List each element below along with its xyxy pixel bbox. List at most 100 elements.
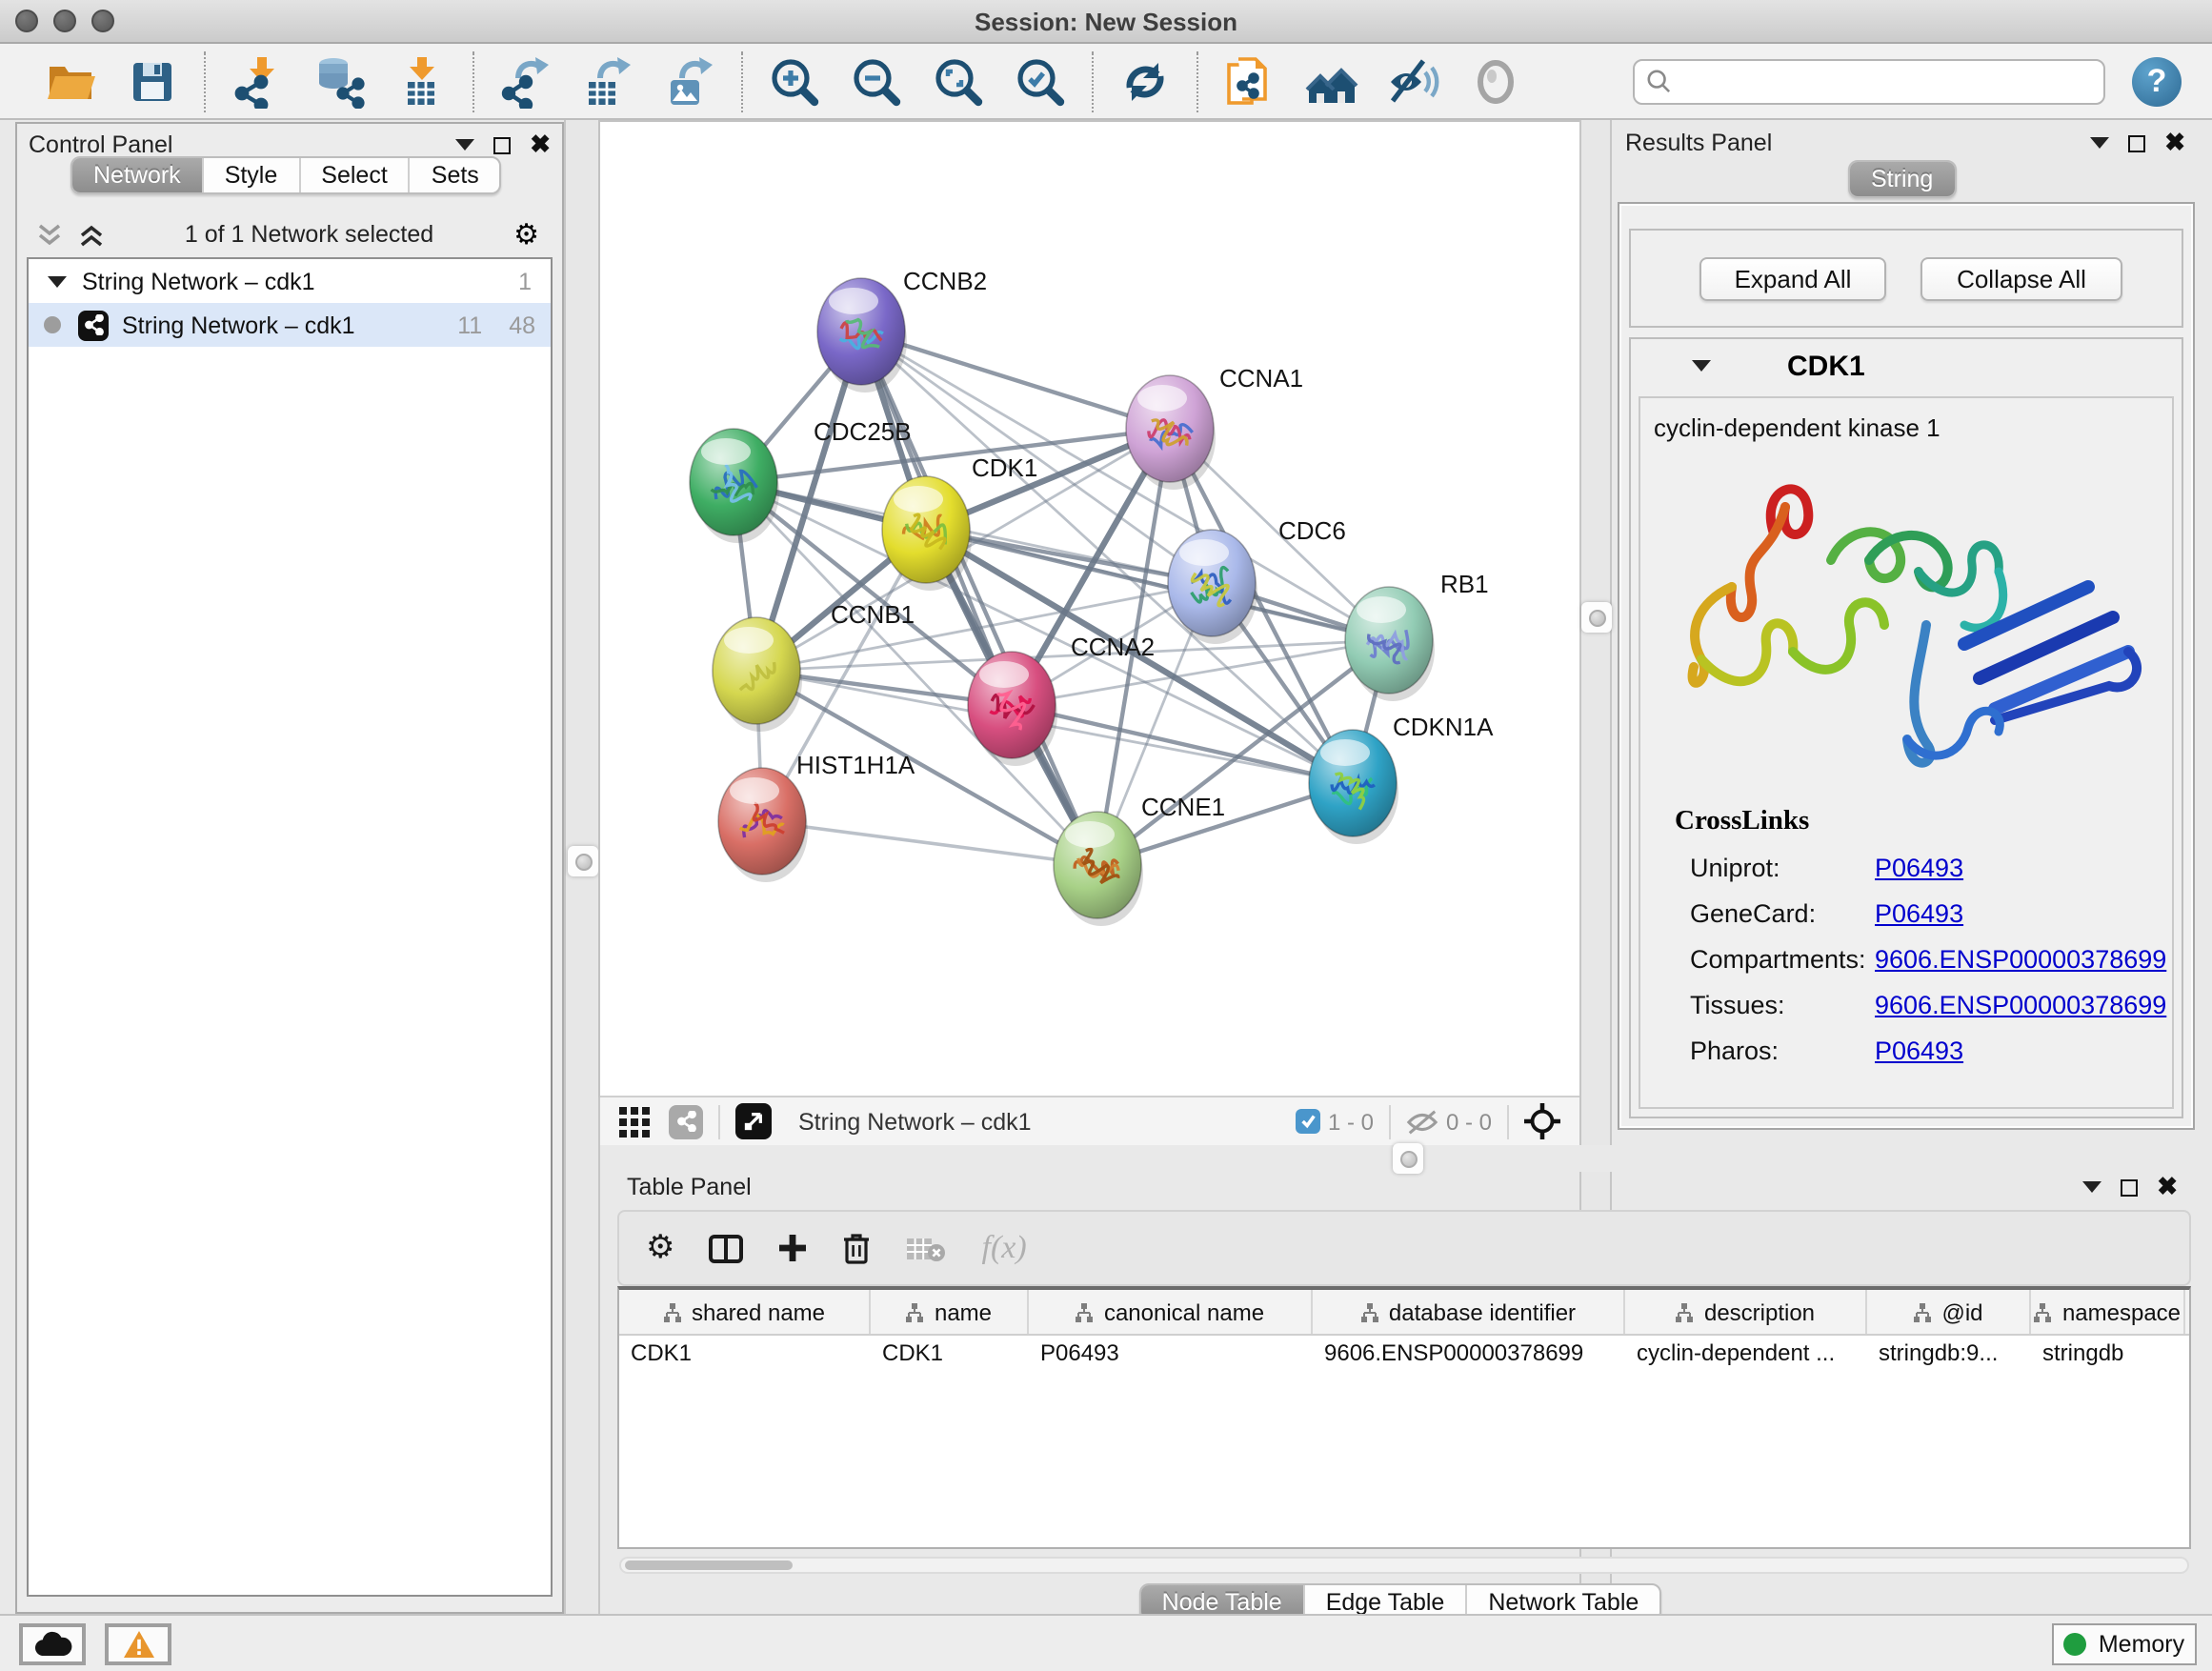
network-row[interactable]: String Network – cdk1 11 48	[29, 303, 551, 347]
table-cell: cyclin-dependent ...	[1625, 1336, 1867, 1372]
import-network-button[interactable]	[231, 54, 284, 108]
tab-style[interactable]: Style	[202, 158, 299, 192]
floppy-icon	[126, 54, 179, 108]
table-cell: stringdb	[2031, 1336, 2185, 1372]
column-header-canonical-name[interactable]: canonical name	[1029, 1290, 1313, 1334]
hide-results-button[interactable]	[1387, 54, 1440, 108]
show-columns-icon[interactable]	[710, 1234, 744, 1262]
column-header-namespace[interactable]: namespace	[2031, 1290, 2185, 1334]
string-home-button[interactable]	[1305, 54, 1358, 108]
birds-eye-view-icon[interactable]	[735, 1103, 772, 1139]
graph-node-CCNB1[interactable]	[713, 617, 802, 732]
delete-table-icon[interactable]	[906, 1234, 948, 1262]
float-panel-icon[interactable]	[493, 136, 511, 153]
column-header--id[interactable]: @id	[1867, 1290, 2031, 1334]
import-table-button[interactable]	[394, 54, 448, 108]
network-collection-row[interactable]: String Network – cdk1 1	[29, 259, 551, 303]
graph-node-label: HIST1H1A	[796, 751, 915, 779]
results-panel-menu-icon[interactable]	[2090, 137, 2109, 149]
collapse-all-networks-icon[interactable]	[78, 222, 105, 247]
tab-sets[interactable]: Sets	[409, 158, 500, 192]
column-header-database-identifier[interactable]: database identifier	[1313, 1290, 1625, 1334]
import-database-button[interactable]	[312, 54, 366, 108]
collapse-all-button[interactable]: Collapse All	[1920, 257, 2122, 301]
table-horizontal-scrollbar[interactable]	[619, 1557, 2189, 1574]
warnings-button[interactable]	[105, 1622, 171, 1664]
network-options-gear-icon[interactable]: ⚙	[513, 217, 539, 252]
table-panel-menu-icon[interactable]	[2082, 1181, 2101, 1193]
graph-node-CCNA1[interactable]	[1126, 375, 1216, 490]
horizontal-splitter[interactable]	[600, 1145, 2212, 1172]
cloud-status-button[interactable]	[19, 1622, 86, 1664]
graph-node-HIST1H1A[interactable]	[718, 768, 808, 882]
memory-button[interactable]: Memory	[2052, 1622, 2197, 1664]
graph-node-CDKN1A[interactable]	[1309, 730, 1398, 844]
show-results-button[interactable]	[1469, 54, 1522, 108]
search-field[interactable]	[1633, 58, 2105, 104]
open-session-button[interactable]	[44, 54, 97, 108]
tab-network[interactable]: Network	[72, 158, 202, 192]
column-header-shared-name[interactable]: shared name	[619, 1290, 871, 1334]
graph-edge[interactable]	[1012, 705, 1353, 783]
crosslink-label: Uniprot:	[1690, 854, 1875, 882]
cdk1-section-header[interactable]: CDK1	[1631, 339, 2182, 393]
grid-view-icon[interactable]	[619, 1106, 650, 1137]
graph-node-CCNB2[interactable]	[817, 278, 907, 393]
warning-triangle-icon	[121, 1628, 155, 1659]
results-close-panel-icon[interactable]: ✖	[2164, 128, 2185, 158]
expand-all-networks-icon[interactable]	[36, 222, 63, 247]
share-document-button[interactable]	[1223, 54, 1277, 108]
crosslink-genecard-link[interactable]: P06493	[1875, 899, 1963, 928]
delete-column-trash-icon[interactable]	[843, 1232, 872, 1264]
apply-layout-button[interactable]	[1118, 54, 1172, 108]
export-table-button[interactable]	[581, 54, 634, 108]
results-float-panel-icon[interactable]	[2128, 134, 2145, 151]
network-node-count: 11	[457, 312, 482, 338]
column-header-description[interactable]: description	[1625, 1290, 1867, 1334]
collection-expand-icon[interactable]	[48, 275, 67, 287]
search-input[interactable]	[1671, 66, 2092, 96]
graph-edge[interactable]	[861, 332, 1170, 429]
crosslink-uniprot-link[interactable]: P06493	[1875, 854, 1963, 882]
graph-node-RB1[interactable]	[1345, 587, 1435, 701]
export-network-button[interactable]	[499, 54, 553, 108]
zoom-in-button[interactable]	[768, 54, 821, 108]
selected-checkbox-icon[interactable]	[1296, 1109, 1320, 1134]
scrollbar-thumb[interactable]	[625, 1560, 793, 1570]
zoom-out-button[interactable]	[850, 54, 903, 108]
table-close-panel-icon[interactable]: ✖	[2157, 1172, 2178, 1202]
network-graph: CCNB2CCNA1CDC25BCDK1CDC6RB1CCNB1CCNA2CDK…	[600, 122, 1579, 1096]
cdk1-collapse-icon[interactable]	[1692, 360, 1711, 372]
refresh-icon	[1118, 54, 1172, 108]
close-panel-icon[interactable]: ✖	[530, 130, 551, 160]
zoom-selected-button[interactable]	[1014, 54, 1067, 108]
graph-node-CDK1[interactable]	[882, 476, 972, 591]
export-image-button[interactable]	[663, 54, 716, 108]
left-splitter[interactable]	[564, 120, 600, 1614]
table-settings-gear-icon[interactable]: ⚙	[646, 1229, 675, 1267]
help-button[interactable]: ?	[2132, 56, 2182, 106]
tab-string[interactable]: String	[1850, 162, 1954, 196]
crosslink-tissues-link[interactable]: 9606.ENSP00000378699	[1875, 991, 2166, 1019]
column-header-name[interactable]: name	[871, 1290, 1029, 1334]
panel-menu-icon[interactable]	[455, 139, 474, 151]
network-label: String Network – cdk1	[122, 312, 355, 338]
graph-edge[interactable]	[762, 821, 1097, 865]
fit-selection-crosshair-icon[interactable]	[1524, 1103, 1560, 1139]
tab-select[interactable]: Select	[298, 158, 409, 192]
graph-node-CCNA2[interactable]	[968, 652, 1057, 766]
graph-node-CCNE1[interactable]	[1054, 812, 1143, 926]
zoom-fit-button[interactable]	[932, 54, 985, 108]
graph-node-CDC25B[interactable]	[690, 429, 779, 543]
function-builder-icon[interactable]: f(x)	[982, 1229, 1027, 1267]
crosslink-compartments-link[interactable]: 9606.ENSP00000378699	[1875, 945, 2166, 974]
save-session-button[interactable]	[126, 54, 179, 108]
crosslink-pharos-link[interactable]: P06493	[1875, 1037, 1963, 1065]
graph-edge[interactable]	[861, 332, 1097, 865]
expand-all-button[interactable]: Expand All	[1699, 257, 1886, 301]
table-float-panel-icon[interactable]	[2121, 1178, 2138, 1196]
network-share-view-icon[interactable]	[669, 1104, 703, 1138]
network-canvas[interactable]: CCNB2CCNA1CDC25BCDK1CDC6RB1CCNB1CCNA2CDK…	[600, 122, 1579, 1096]
table-row[interactable]: CDK1CDK1P064939606.ENSP00000378699cyclin…	[619, 1336, 2189, 1372]
create-column-plus-icon[interactable]	[778, 1233, 809, 1263]
